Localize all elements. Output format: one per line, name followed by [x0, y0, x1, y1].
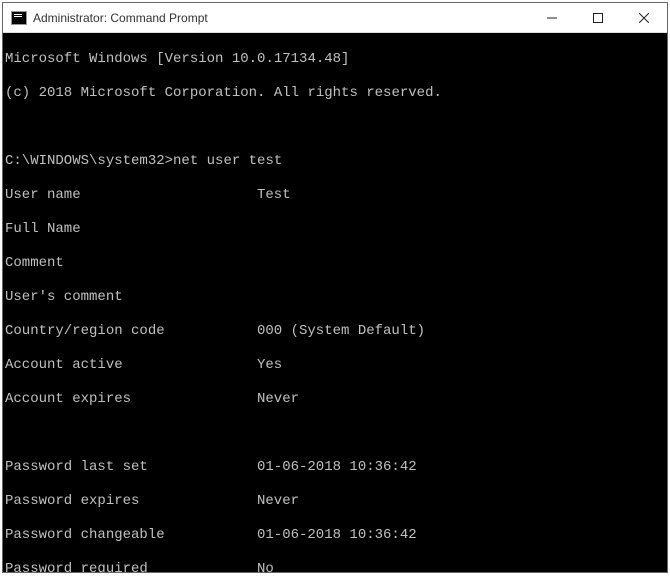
prompt-path: C:\WINDOWS\system32>: [5, 153, 173, 169]
field-row: Full Name: [5, 221, 665, 238]
field-row: Account expiresNever: [5, 391, 665, 408]
field-row: Password expiresNever: [5, 493, 665, 510]
blank-line: [5, 119, 665, 136]
titlebar[interactable]: Administrator: Command Prompt: [3, 3, 667, 33]
close-button[interactable]: [621, 3, 667, 32]
window-title: Administrator: Command Prompt: [33, 11, 529, 25]
field-value: No: [257, 561, 274, 572]
minimize-icon: [547, 13, 557, 23]
field-value: Never: [257, 391, 299, 407]
field-label: Country/region code: [5, 323, 257, 340]
field-label: Full Name: [5, 221, 257, 238]
field-row: Password requiredNo: [5, 561, 665, 572]
header-line: (c) 2018 Microsoft Corporation. All righ…: [5, 85, 665, 102]
field-label: Password last set: [5, 459, 257, 476]
field-label: Comment: [5, 255, 257, 272]
window-controls: [529, 3, 667, 32]
field-row: Password last set01-06-2018 10:36:42: [5, 459, 665, 476]
field-value: 01-06-2018 10:36:42: [257, 527, 417, 543]
field-label: User's comment: [5, 289, 257, 306]
field-label: Password changeable: [5, 527, 257, 544]
prompt-line: C:\WINDOWS\system32>net user test: [5, 153, 665, 170]
command-text: net user test: [173, 153, 282, 169]
close-icon: [639, 13, 649, 23]
minimize-button[interactable]: [529, 3, 575, 32]
field-row: Country/region code000 (System Default): [5, 323, 665, 340]
blank-line: [5, 425, 665, 442]
field-row: User nameTest: [5, 187, 665, 204]
field-label: Account expires: [5, 391, 257, 408]
field-value: Test: [257, 187, 291, 203]
field-value: Yes: [257, 357, 282, 373]
field-row: Comment: [5, 255, 665, 272]
field-row: User's comment: [5, 289, 665, 306]
command-prompt-window: Administrator: Command Prompt Microsoft …: [2, 2, 668, 573]
field-label: Password required: [5, 561, 257, 572]
field-row: Password changeable01-06-2018 10:36:42: [5, 527, 665, 544]
console-output[interactable]: Microsoft Windows [Version 10.0.17134.48…: [3, 33, 667, 572]
field-value: Never: [257, 493, 299, 509]
maximize-icon: [593, 13, 603, 23]
field-label: User name: [5, 187, 257, 204]
field-value: 000 (System Default): [257, 323, 425, 339]
cmd-icon: [11, 11, 27, 25]
field-label: Password expires: [5, 493, 257, 510]
maximize-button[interactable]: [575, 3, 621, 32]
field-row: Account activeYes: [5, 357, 665, 374]
field-value: 01-06-2018 10:36:42: [257, 459, 417, 475]
header-line: Microsoft Windows [Version 10.0.17134.48…: [5, 51, 665, 68]
field-label: Account active: [5, 357, 257, 374]
